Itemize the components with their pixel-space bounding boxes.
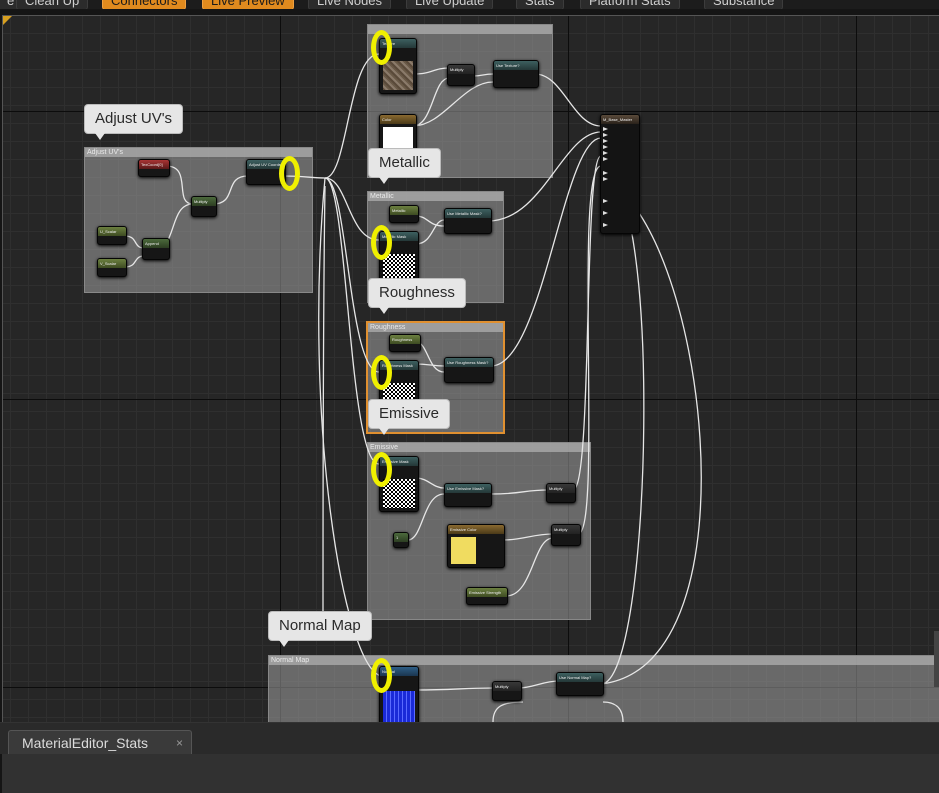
tab-material-editor-stats[interactable]: MaterialEditor_Stats × [8,730,192,754]
v-scalar-title: V_Scalar [98,259,126,268]
multiply-normal-title: Multiply [493,682,521,691]
input-pin[interactable] [603,211,608,215]
multiply-emissive-node-2[interactable]: Multiply [551,524,581,546]
u-scalar-title: U_Scalar [98,227,126,236]
use-roughness-mask-title: Use Roughness Mask? [445,358,493,367]
highlight-ring-base-uv [371,30,392,65]
platform-stats-button[interactable]: Platform Stats [580,0,680,9]
use-normal-map-node[interactable]: Use Normal Map? [556,672,604,696]
editor-toolbar: e Clean Up Connectors Live Preview Live … [0,0,939,9]
stats-button[interactable]: Stats [516,0,564,9]
metallic-param-node[interactable]: Metallic [389,205,419,223]
close-icon[interactable]: × [176,731,183,755]
comment-bubble-normal-map[interactable]: Normal Map [268,611,372,647]
use-emissive-mask-node[interactable]: Use Emissive Mask? [444,483,492,507]
use-metallic-mask-node[interactable]: Use Metallic Mask? [444,208,492,234]
clean-up-button[interactable]: Clean Up [16,0,89,9]
highlight-ring-adjust-uv-output [279,156,300,191]
multiply-uv-title: Multiply [192,197,216,206]
base-texture-preview [383,61,413,90]
multiply-uv-node[interactable]: Multiply [191,196,217,217]
live-update-button[interactable]: Live Update [406,0,494,9]
tab-label: MaterialEditor_Stats [22,735,149,751]
metallic-mask-preview [383,254,415,281]
input-pin[interactable] [603,139,608,143]
input-pin[interactable] [603,145,608,149]
emissive-constant-node[interactable]: 1 [393,532,409,548]
input-pin[interactable] [603,223,608,227]
tex-coord-node[interactable]: TexCoord[0] [138,159,170,177]
emissive-constant-title: 1 [394,533,408,542]
use-texture-node[interactable]: Use Texture? [493,60,539,88]
v-scalar-node[interactable]: V_Scalar [97,258,127,277]
substance-button[interactable]: Substance [704,0,784,9]
metallic-param-title: Metallic [390,206,418,215]
multiply-normal-node[interactable]: Multiply [492,681,522,701]
tex-coord-title: TexCoord[0] [139,160,169,169]
emissive-color-swatch [451,537,476,564]
emissive-color-title: Emissive Color [448,525,504,534]
use-normal-map-title: Use Normal Map? [557,673,603,682]
multiply-emissive-title-1: Multiply [547,484,575,493]
comment-bubble-metallic[interactable]: Metallic [368,148,441,184]
material-result-node[interactable]: M_Base_Master [600,114,640,234]
connectors-button[interactable]: Connectors [102,0,187,9]
use-metallic-mask-title: Use Metallic Mask? [445,209,491,218]
input-pin[interactable] [603,171,608,175]
input-pin[interactable] [603,177,608,181]
highlight-ring-roughness-uv [371,355,392,390]
input-pin[interactable] [603,151,608,155]
multiply-base-node[interactable]: Multiply [447,64,475,86]
u-scalar-node[interactable]: U_Scalar [97,226,127,245]
emissive-strength-node[interactable]: Emissive Strength [466,587,508,605]
roughness-param-node[interactable]: Roughness [389,334,421,352]
highlight-ring-emissive-uv [371,452,392,487]
stats-panel [2,754,939,793]
use-emissive-mask-title: Use Emissive Mask? [445,484,491,493]
material-result-title: M_Base_Master [601,115,639,124]
use-texture-title: Use Texture? [494,61,538,70]
use-roughness-mask-node[interactable]: Use Roughness Mask? [444,357,494,383]
input-pin[interactable] [603,199,608,203]
input-pin[interactable] [603,157,608,161]
color-param-title: Color [380,115,416,124]
emissive-color-node[interactable]: Emissive Color [447,524,505,568]
comment-bubble-adjust-uvs[interactable]: Adjust UV's [84,104,184,140]
input-pin[interactable] [603,127,608,131]
multiply-emissive-node-1[interactable]: Multiply [546,483,576,503]
roughness-param-title: Roughness [390,335,420,344]
input-pin[interactable] [603,133,608,137]
highlight-ring-metallic-uv [371,225,392,260]
emissive-strength-title: Emissive Strength [467,588,507,597]
append-node[interactable]: Append [142,238,170,260]
live-preview-button[interactable]: Live Preview [202,0,294,9]
normal-texture-preview [383,691,415,722]
append-title: Append [143,239,169,248]
graph-scrollbar[interactable] [934,631,939,687]
comment-bubble-emissive[interactable]: Emissive [368,399,451,435]
highlight-ring-normal-uv [371,658,392,693]
material-graph-canvas[interactable]: Adjust UV's Metallic Roughness Emissive … [2,15,939,723]
multiply-base-title: Multiply [448,65,474,74]
multiply-emissive-title-2: Multiply [552,525,580,534]
comment-bubble-roughness[interactable]: Roughness [368,278,466,314]
bottom-tab-bar: MaterialEditor_Stats × [0,722,939,754]
live-nodes-button[interactable]: Live Nodes [308,0,392,9]
